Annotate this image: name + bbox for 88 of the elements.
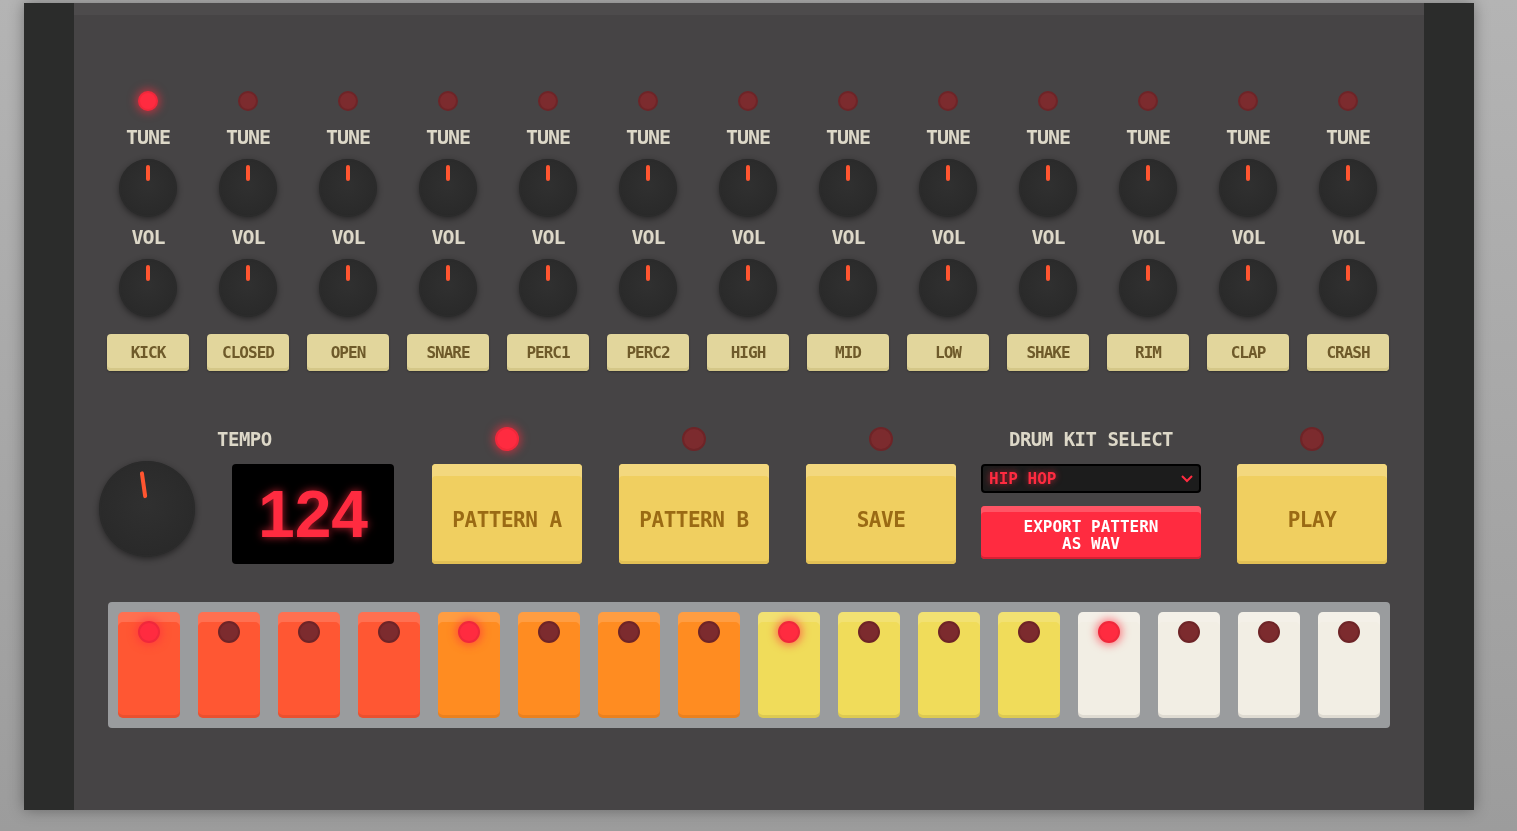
instrument-button[interactable]: CLAP bbox=[1207, 334, 1289, 371]
step-pad[interactable] bbox=[598, 612, 660, 718]
volume-knob[interactable] bbox=[1019, 259, 1077, 317]
instrument-button[interactable]: OPEN bbox=[307, 334, 389, 371]
step-pad[interactable] bbox=[358, 612, 420, 718]
volume-knob[interactable] bbox=[419, 259, 477, 317]
instrument-button[interactable]: CLOSED bbox=[207, 334, 289, 371]
step-pad[interactable] bbox=[918, 612, 980, 718]
instrument-button[interactable]: PERC1 bbox=[507, 334, 589, 371]
kit-select-label: DRUM KIT SELECT bbox=[1008, 427, 1174, 450]
volume-label: VOL bbox=[1131, 225, 1165, 249]
tune-label: TUNE bbox=[1225, 125, 1271, 149]
tune-knob[interactable] bbox=[1219, 159, 1277, 217]
instrument-button[interactable]: SNARE bbox=[407, 334, 489, 371]
volume-knob[interactable] bbox=[719, 259, 777, 317]
tune-label: TUNE bbox=[625, 125, 671, 149]
tune-label: TUNE bbox=[225, 125, 271, 149]
tune-knob[interactable] bbox=[1019, 159, 1077, 217]
volume-knob[interactable] bbox=[219, 259, 277, 317]
tune-label: TUNE bbox=[325, 125, 371, 149]
instrument-button[interactable]: MID bbox=[807, 334, 889, 371]
step-pad[interactable] bbox=[678, 612, 740, 718]
volume-label: VOL bbox=[531, 225, 565, 249]
transport-button[interactable]: PLAY bbox=[1237, 464, 1387, 564]
transport-button[interactable]: SAVE bbox=[806, 464, 956, 564]
tune-label: TUNE bbox=[1125, 125, 1171, 149]
instrument-button[interactable]: PERC2 bbox=[607, 334, 689, 371]
step-pad[interactable] bbox=[518, 612, 580, 718]
step-pad[interactable] bbox=[1158, 612, 1220, 718]
tune-knob[interactable] bbox=[1319, 159, 1377, 217]
volume-knob[interactable] bbox=[1219, 259, 1277, 317]
volume-knob[interactable] bbox=[319, 259, 377, 317]
tune-knob[interactable] bbox=[719, 159, 777, 217]
volume-label: VOL bbox=[631, 225, 665, 249]
instrument-button[interactable]: SHAKE bbox=[1007, 334, 1089, 371]
step-pad[interactable] bbox=[198, 612, 260, 718]
volume-label: VOL bbox=[731, 225, 765, 249]
tempo-knob[interactable] bbox=[99, 461, 195, 557]
volume-label: VOL bbox=[231, 225, 265, 249]
volume-label: VOL bbox=[431, 225, 465, 249]
volume-label: VOL bbox=[931, 225, 965, 249]
tune-label: TUNE bbox=[925, 125, 971, 149]
tune-label: TUNE bbox=[825, 125, 871, 149]
volume-label: VOL bbox=[131, 225, 165, 249]
chevron-down-icon bbox=[1181, 474, 1193, 483]
export-button[interactable]: EXPORT PATTERN AS WAV bbox=[981, 506, 1201, 559]
volume-knob[interactable] bbox=[119, 259, 177, 317]
tune-knob[interactable] bbox=[619, 159, 677, 217]
step-pad[interactable] bbox=[838, 612, 900, 718]
volume-knob[interactable] bbox=[519, 259, 577, 317]
volume-knob[interactable] bbox=[1119, 259, 1177, 317]
instrument-button[interactable]: LOW bbox=[907, 334, 989, 371]
instrument-button[interactable]: CRASH bbox=[1307, 334, 1389, 371]
volume-knob[interactable] bbox=[919, 259, 977, 317]
volume-knob[interactable] bbox=[1319, 259, 1377, 317]
tune-knob[interactable] bbox=[319, 159, 377, 217]
tune-label: TUNE bbox=[1325, 125, 1371, 149]
step-pad[interactable] bbox=[1238, 612, 1300, 718]
volume-label: VOL bbox=[1031, 225, 1065, 249]
kit-dropdown[interactable]: HIP HOP bbox=[981, 464, 1201, 493]
volume-knob[interactable] bbox=[619, 259, 677, 317]
instrument-button[interactable]: RIM bbox=[1107, 334, 1189, 371]
step-pad[interactable] bbox=[278, 612, 340, 718]
tune-knob[interactable] bbox=[1119, 159, 1177, 217]
tune-knob[interactable] bbox=[119, 159, 177, 217]
tempo-label: TEMPO bbox=[217, 427, 272, 450]
volume-knob[interactable] bbox=[819, 259, 877, 317]
step-pad[interactable] bbox=[998, 612, 1060, 718]
tune-knob[interactable] bbox=[419, 159, 477, 217]
tune-label: TUNE bbox=[1025, 125, 1071, 149]
tune-knob[interactable] bbox=[919, 159, 977, 217]
tempo-display: 124 bbox=[232, 464, 394, 564]
tune-knob[interactable] bbox=[819, 159, 877, 217]
volume-label: VOL bbox=[1231, 225, 1265, 249]
tune-label: TUNE bbox=[125, 125, 171, 149]
tune-label: TUNE bbox=[425, 125, 471, 149]
volume-label: VOL bbox=[331, 225, 365, 249]
volume-label: VOL bbox=[831, 225, 865, 249]
step-pad[interactable] bbox=[1318, 612, 1380, 718]
tune-label: TUNE bbox=[525, 125, 571, 149]
transport-button[interactable]: PATTERN A bbox=[432, 464, 582, 564]
volume-label: VOL bbox=[1331, 225, 1365, 249]
tune-knob[interactable] bbox=[519, 159, 577, 217]
instrument-button[interactable]: HIGH bbox=[707, 334, 789, 371]
instrument-button[interactable]: KICK bbox=[107, 334, 189, 371]
tune-knob[interactable] bbox=[219, 159, 277, 217]
tune-label: TUNE bbox=[725, 125, 771, 149]
transport-button[interactable]: PATTERN B bbox=[619, 464, 769, 564]
